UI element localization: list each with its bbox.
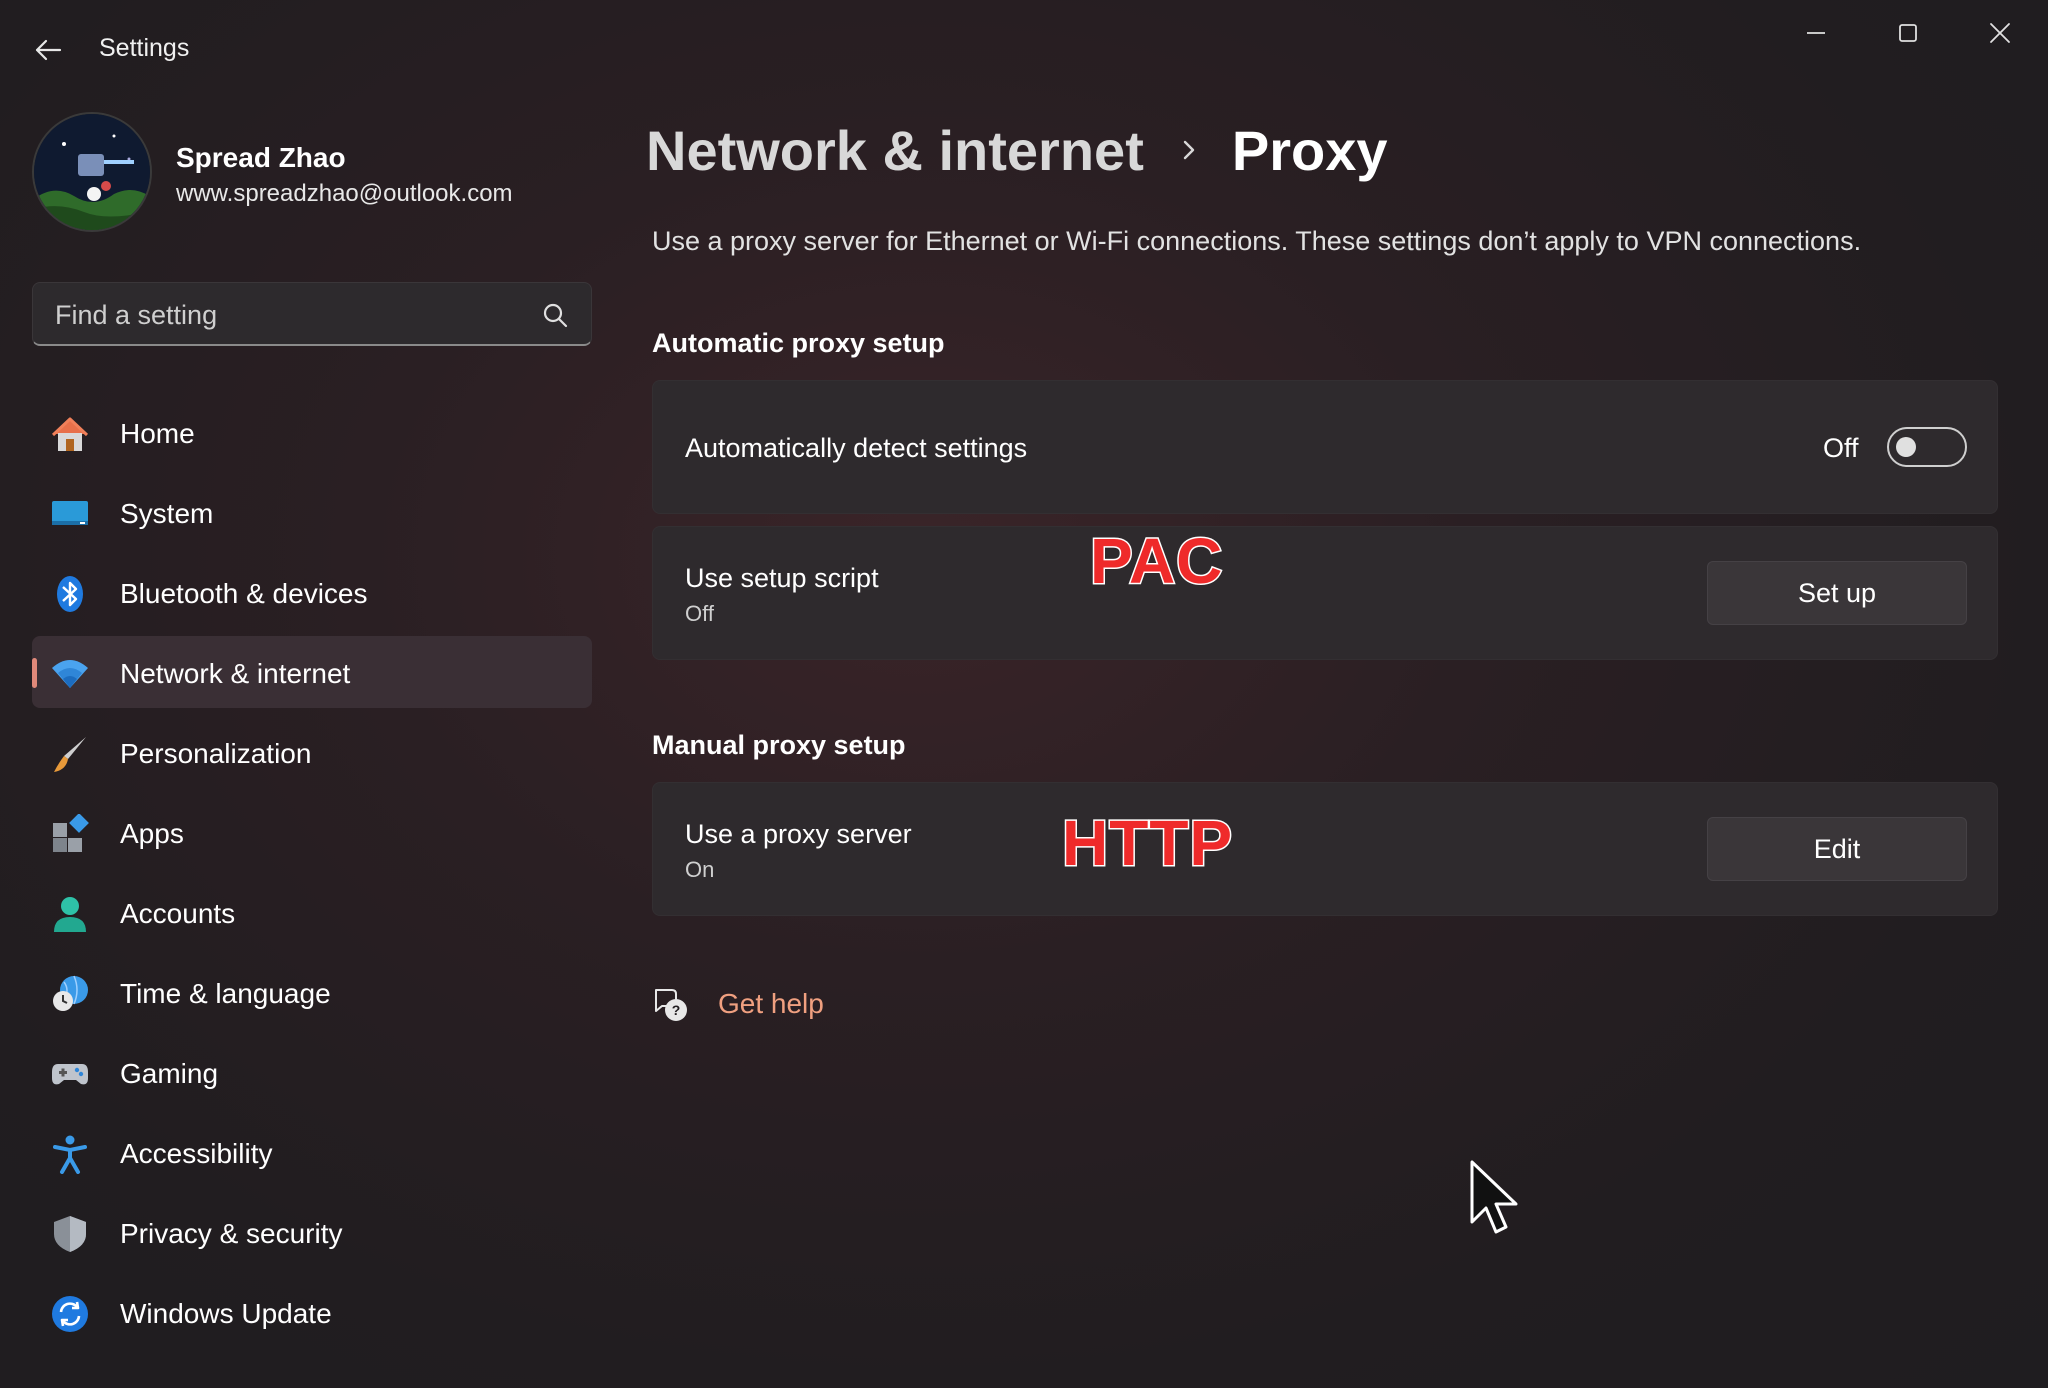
sidebar-item-label: System xyxy=(120,498,214,529)
sidebar-item-privacy[interactable]: Privacy & security xyxy=(32,1196,592,1268)
accessibility-icon xyxy=(50,1134,90,1174)
sidebar-item-label: Accounts xyxy=(120,898,236,929)
gamepad-icon xyxy=(50,1054,90,1094)
sidebar-item-personalization[interactable]: Personalization xyxy=(32,716,592,788)
avatar-image xyxy=(34,114,150,230)
setup-button[interactable]: Set up xyxy=(1707,561,1967,625)
auto-detect-label: Automatically detect settings xyxy=(685,433,1028,463)
sidebar-item-network[interactable]: Network & internet xyxy=(32,636,592,708)
breadcrumb: Network & internet Proxy xyxy=(646,112,1388,188)
sidebar-item-label: Home xyxy=(120,418,195,449)
setup-script-status: Off xyxy=(685,601,714,626)
sidebar-item-accessibility[interactable]: Accessibility xyxy=(32,1116,592,1188)
search-placeholder: Find a setting xyxy=(55,300,218,330)
globe-clock-icon xyxy=(50,974,90,1014)
close-button[interactable] xyxy=(1960,8,2040,58)
user-name: Spread Zhao xyxy=(176,142,346,173)
svg-text:?: ? xyxy=(672,1002,681,1018)
sidebar-item-accounts[interactable]: Accounts xyxy=(32,876,592,948)
setup-script-card: Use setup script Off Set up xyxy=(652,526,1998,660)
proxy-server-card: Use a proxy server On Edit xyxy=(652,782,1998,916)
page-description: Use a proxy server for Ethernet or Wi-Fi… xyxy=(652,226,1862,256)
toggle-knob xyxy=(1896,437,1916,457)
sidebar-item-label: Privacy & security xyxy=(120,1218,343,1249)
app-title: Settings xyxy=(99,34,190,62)
sidebar-item-label: Accessibility xyxy=(120,1138,273,1169)
sidebar-item-time-language[interactable]: Time & language xyxy=(32,956,592,1028)
edit-button[interactable]: Edit xyxy=(1707,817,1967,881)
search-input[interactable]: Find a setting xyxy=(32,282,592,346)
monitor-icon xyxy=(50,494,90,534)
sidebar-item-label: Personalization xyxy=(120,738,312,769)
http-annotation: HTTP xyxy=(1060,806,1234,881)
setup-script-label: Use setup script xyxy=(685,563,879,593)
user-email: www.spreadzhao@outlook.com xyxy=(176,180,513,207)
pac-annotation: PAC xyxy=(1088,524,1224,599)
sidebar-item-label: Apps xyxy=(120,818,184,849)
maximize-icon xyxy=(1899,24,1917,42)
proxy-server-label: Use a proxy server xyxy=(685,819,912,849)
wifi-icon xyxy=(50,654,90,694)
shield-icon xyxy=(50,1214,90,1254)
section-title-manual: Manual proxy setup xyxy=(652,730,906,760)
breadcrumb-parent[interactable]: Network & internet xyxy=(646,118,1144,183)
sidebar-item-bluetooth[interactable]: Bluetooth & devices xyxy=(32,556,592,628)
mouse-cursor-icon xyxy=(1470,1160,1518,1234)
minimize-button[interactable] xyxy=(1776,8,1856,58)
arrow-left-icon xyxy=(35,39,62,61)
help-chat-icon: ? xyxy=(655,989,687,1021)
sidebar-item-label: Windows Update xyxy=(120,1298,332,1329)
apps-icon xyxy=(50,814,90,854)
toggle-state-label: Off xyxy=(1823,433,1859,463)
update-icon xyxy=(50,1294,90,1334)
close-icon xyxy=(1990,23,2010,43)
back-button[interactable] xyxy=(26,28,70,72)
auto-detect-card: Automatically detect settings Off xyxy=(652,380,1998,514)
sidebar-item-apps[interactable]: Apps xyxy=(32,796,592,868)
minimize-icon xyxy=(1807,32,1825,34)
home-icon xyxy=(50,414,90,454)
get-help[interactable]: ? Get help xyxy=(650,984,824,1024)
bluetooth-icon xyxy=(50,574,90,614)
sidebar-item-label: Bluetooth & devices xyxy=(120,578,368,609)
paintbrush-icon xyxy=(50,734,90,774)
page-title: Proxy xyxy=(1231,118,1388,182)
search-icon[interactable] xyxy=(541,301,569,329)
chevron-right-icon xyxy=(1178,138,1202,162)
sidebar-item-gaming[interactable]: Gaming xyxy=(32,1036,592,1108)
title-bar: Settings xyxy=(0,0,2048,96)
get-help-link[interactable]: Get help xyxy=(718,988,824,1020)
sidebar-item-label: Network & internet xyxy=(120,658,351,689)
proxy-server-status: On xyxy=(685,857,715,882)
sidebar-item-windows-update[interactable]: Windows Update xyxy=(32,1276,592,1348)
section-title-automatic: Automatic proxy setup xyxy=(652,328,945,358)
person-icon xyxy=(50,894,90,934)
avatar[interactable] xyxy=(32,112,152,232)
sidebar-item-home[interactable]: Home xyxy=(32,396,592,468)
auto-detect-toggle[interactable] xyxy=(1887,427,1967,467)
sidebar-item-label: Time & language xyxy=(120,978,331,1009)
sidebar-nav: Home System Bluetooth & devices Network … xyxy=(32,396,592,1356)
sidebar-item-system[interactable]: System xyxy=(32,476,592,548)
maximize-button[interactable] xyxy=(1868,8,1948,58)
sidebar-item-label: Gaming xyxy=(120,1058,219,1089)
